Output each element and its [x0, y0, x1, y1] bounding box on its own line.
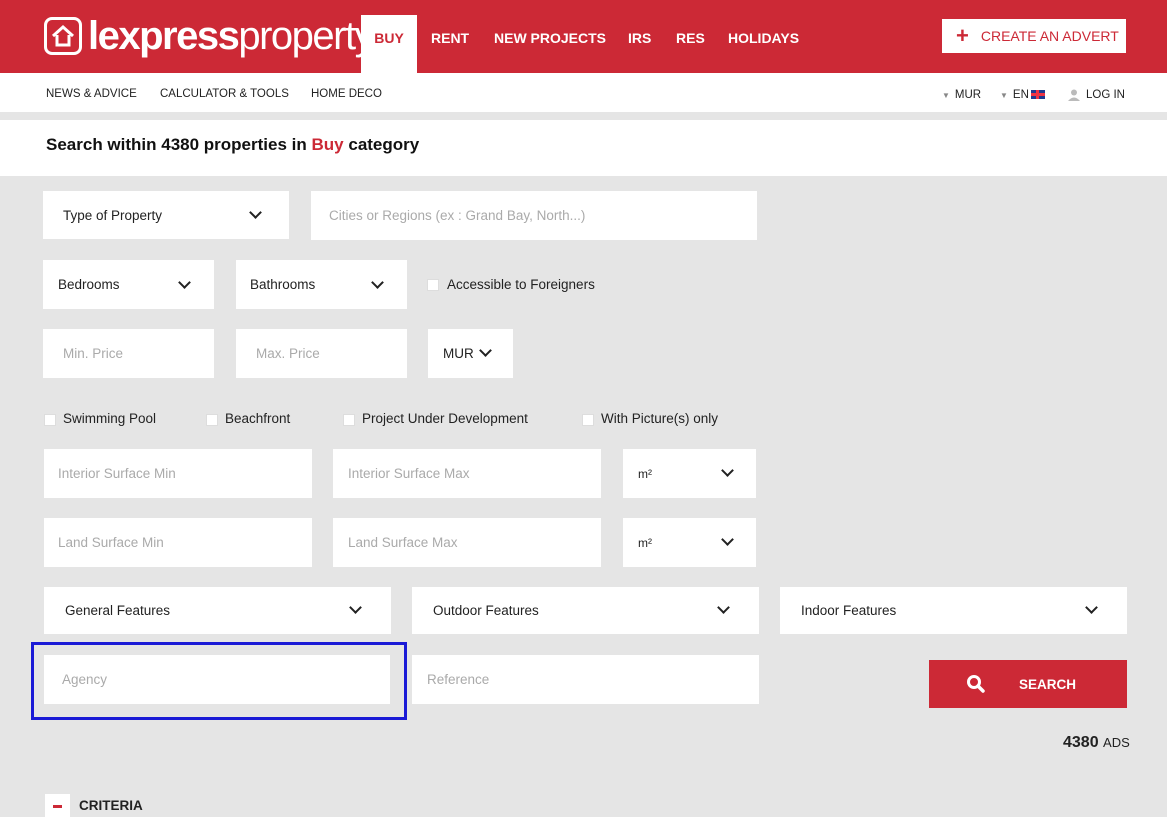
results-count: 4380 ADS	[1063, 734, 1130, 752]
create-advert-button[interactable]: + CREATE AN ADVERT	[942, 19, 1126, 53]
min-price-placeholder: Min. Price	[63, 346, 124, 361]
interior-unit-select[interactable]: m²	[623, 449, 756, 498]
chevron-down-icon	[371, 276, 384, 289]
language-selector[interactable]: ▼ EN	[1000, 89, 1045, 101]
chevron-down-icon	[717, 601, 730, 614]
indoor-features-label: Indoor Features	[801, 603, 897, 618]
nav-rent[interactable]: RENT	[431, 15, 469, 73]
language-label: EN	[1012, 89, 1029, 101]
chevron-down-icon	[721, 464, 734, 477]
outdoor-features-label: Outdoor Features	[433, 603, 539, 618]
chevron-down-icon	[249, 206, 262, 219]
chevron-down-icon	[1085, 601, 1098, 614]
swimming-pool-checkbox[interactable]	[44, 414, 56, 426]
project-dev-label: Project Under Development	[362, 411, 528, 426]
land-surface-min-input[interactable]: Land Surface Min	[44, 518, 312, 567]
nav-irs[interactable]: IRS	[628, 15, 651, 73]
criteria-toggle-button[interactable]	[45, 794, 70, 817]
land-min-placeholder: Land Surface Min	[58, 535, 164, 550]
site-logo[interactable]: lexpressproperty	[44, 14, 375, 58]
min-price-input[interactable]: Min. Price	[43, 329, 214, 378]
nav-new-projects[interactable]: NEW PROJECTS	[494, 15, 606, 73]
type-of-property-select[interactable]: Type of Property	[43, 191, 289, 239]
nav-holidays[interactable]: HOLIDAYS	[728, 15, 799, 73]
beachfront-label: Beachfront	[225, 411, 291, 426]
link-news-advice[interactable]: NEWS & ADVICE	[46, 88, 137, 100]
nav-buy[interactable]: BUY	[361, 15, 417, 73]
chevron-down-icon	[479, 344, 492, 357]
login-label: LOG IN	[1086, 89, 1125, 102]
price-currency-select[interactable]: MUR	[428, 329, 513, 378]
accessible-foreigners-checkbox[interactable]	[427, 279, 439, 291]
price-currency-label: MUR	[443, 346, 474, 361]
reference-placeholder: Reference	[427, 672, 490, 687]
secondary-nav: NEWS & ADVICE CALCULATOR & TOOLS HOME DE…	[0, 73, 1167, 116]
project-dev-checkbox[interactable]	[343, 414, 355, 426]
search-icon	[967, 675, 985, 693]
link-calculator-tools[interactable]: CALCULATOR & TOOLS	[160, 88, 289, 100]
logo-house-icon	[44, 17, 82, 55]
accessible-foreigners-label: Accessible to Foreigners	[447, 277, 595, 292]
plus-icon: +	[956, 23, 969, 48]
indoor-features-select[interactable]: Indoor Features	[780, 587, 1127, 634]
search-label: SEARCH	[1019, 676, 1077, 692]
max-price-input[interactable]: Max. Price	[236, 329, 407, 378]
chevron-down-icon	[721, 533, 734, 546]
interior-surface-max-input[interactable]: Interior Surface Max	[333, 449, 601, 498]
login-link[interactable]: LOG IN	[1068, 89, 1125, 101]
chevron-down-icon	[178, 276, 191, 289]
link-home-deco[interactable]: HOME DECO	[311, 88, 382, 100]
max-price-placeholder: Max. Price	[256, 346, 320, 361]
currency-label: MUR	[954, 89, 982, 101]
page-title: Search within 4380 properties in Buy cat…	[46, 135, 420, 154]
general-features-label: General Features	[65, 603, 171, 618]
chevron-down-icon	[349, 601, 362, 614]
criteria-label: CRITERIA	[79, 798, 143, 813]
land-unit-select[interactable]: m²	[623, 518, 756, 567]
uk-flag-icon	[1030, 90, 1045, 100]
nav-res[interactable]: RES	[676, 15, 705, 73]
results-unit: ADS	[1103, 735, 1130, 750]
location-placeholder: Cities or Regions (ex : Grand Bay, North…	[329, 208, 586, 223]
with-pictures-label: With Picture(s) only	[601, 411, 719, 426]
land-unit-label: m²	[638, 535, 652, 550]
dropdown-triangle-icon: ▼	[942, 91, 950, 100]
land-surface-max-input[interactable]: Land Surface Max	[333, 518, 601, 567]
location-input[interactable]: Cities or Regions (ex : Grand Bay, North…	[311, 191, 757, 240]
search-heading-band: Search within 4380 properties in Buy cat…	[0, 120, 1167, 176]
create-advert-label: CREATE AN ADVERT	[980, 28, 1119, 44]
swimming-pool-label: Swimming Pool	[63, 411, 157, 426]
interior-unit-label: m²	[638, 466, 652, 481]
reference-input[interactable]: Reference	[412, 655, 759, 704]
dropdown-triangle-icon: ▼	[1000, 91, 1008, 100]
bathrooms-label: Bathrooms	[250, 277, 316, 292]
top-header: lexpressproperty BUY RENT NEW PROJECTS I…	[0, 0, 1167, 73]
selection-highlight	[31, 642, 407, 720]
beachfront-checkbox[interactable]	[206, 414, 218, 426]
bathrooms-select[interactable]: Bathrooms	[236, 260, 407, 309]
results-number: 4380	[1063, 734, 1099, 751]
currency-selector[interactable]: ▼ MUR	[942, 89, 981, 101]
type-of-property-label: Type of Property	[63, 207, 163, 223]
with-pictures-checkbox[interactable]	[582, 414, 594, 426]
logo-text: lexpressproperty	[88, 14, 375, 58]
general-features-select[interactable]: General Features	[44, 587, 391, 634]
search-button[interactable]: SEARCH	[929, 660, 1127, 708]
bedrooms-select[interactable]: Bedrooms	[43, 260, 214, 309]
interior-max-placeholder: Interior Surface Max	[348, 466, 470, 481]
bedrooms-label: Bedrooms	[58, 277, 120, 292]
outdoor-features-select[interactable]: Outdoor Features	[412, 587, 759, 634]
user-icon	[1068, 89, 1080, 101]
interior-surface-min-input[interactable]: Interior Surface Min	[44, 449, 312, 498]
interior-min-placeholder: Interior Surface Min	[58, 466, 176, 481]
land-max-placeholder: Land Surface Max	[348, 535, 458, 550]
